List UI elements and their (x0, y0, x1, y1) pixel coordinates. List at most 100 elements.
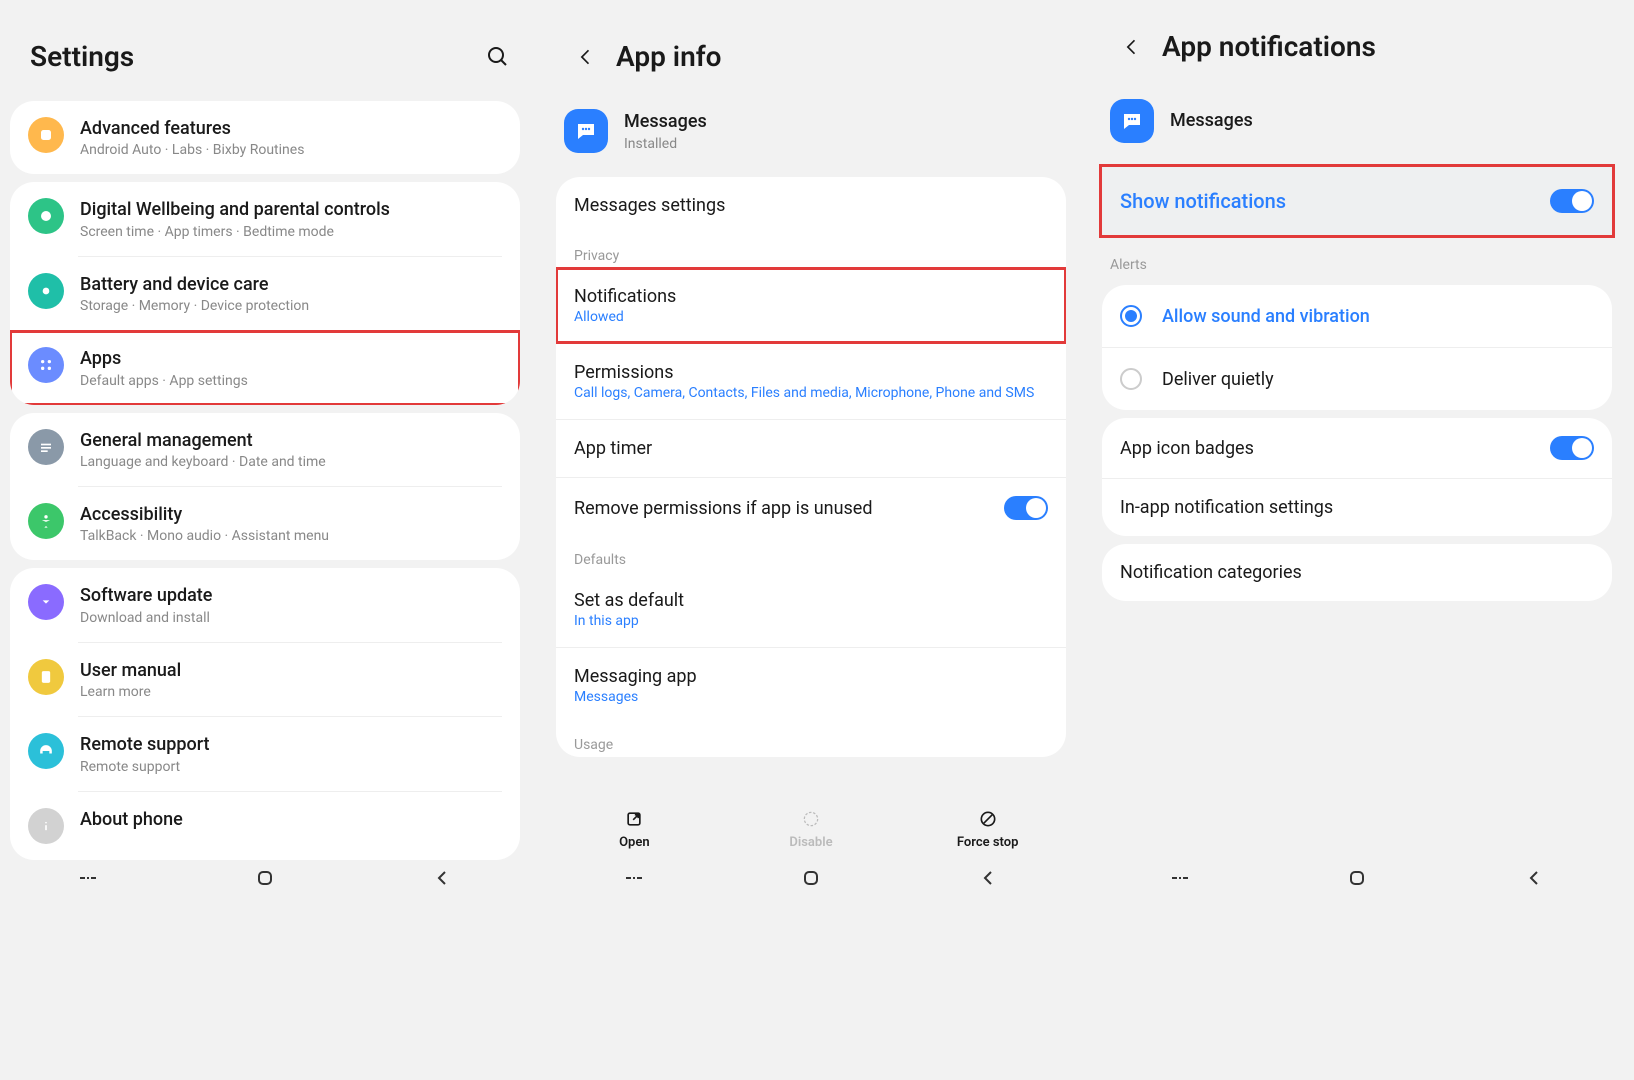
software-update-icon (28, 584, 64, 620)
item-sub: Default apps · App settings (80, 373, 502, 389)
show-notifications-toggle[interactable] (1550, 189, 1594, 213)
row-sub: In this app (574, 613, 1048, 629)
back-icon[interactable] (1122, 37, 1142, 57)
item-title: User manual (80, 659, 502, 682)
apps-icon (28, 347, 64, 383)
page-title: App info (616, 40, 722, 73)
item-title: General management (80, 429, 502, 452)
app-name: Messages (624, 110, 1058, 133)
item-title: Battery and device care (80, 273, 502, 296)
notification-categories-row[interactable]: Notification categories (1102, 544, 1612, 601)
settings-item-apps[interactable]: Apps Default apps · App settings (10, 331, 520, 404)
wellbeing-icon (28, 198, 64, 234)
advanced-features-icon (28, 117, 64, 153)
general-management-icon (28, 429, 64, 465)
row-title: Remove permissions if app is unused (574, 498, 1004, 519)
item-title: About phone (80, 808, 502, 831)
radio-selected-icon[interactable] (1120, 305, 1142, 327)
privacy-section-label: Privacy (556, 234, 1066, 268)
remove-permissions-toggle[interactable] (1004, 496, 1048, 520)
settings-item-remote-support[interactable]: Remote support Remote support (10, 717, 520, 790)
messages-settings-row[interactable]: Messages settings (556, 177, 1066, 234)
system-navbar (0, 856, 530, 900)
settings-item-general-management[interactable]: General management Language and keyboard… (10, 413, 520, 486)
page-title: App notifications (1162, 30, 1376, 63)
inapp-notification-settings-row[interactable]: In-app notification settings (1102, 478, 1612, 536)
app-icon-badges-toggle[interactable] (1550, 436, 1594, 460)
app-header: Messages Installed (546, 93, 1076, 169)
item-sub: Screen time · App timers · Bedtime mode (80, 224, 502, 240)
row-title: In-app notification settings (1120, 497, 1594, 518)
messaging-app-row[interactable]: Messaging app Messages (556, 647, 1066, 723)
settings-screen: Settings Advanced features Android Auto … (0, 0, 530, 900)
item-sub: Download and install (80, 610, 502, 626)
row-title: App icon badges (1120, 438, 1550, 459)
settings-group-4: Software update Download and install Use… (10, 568, 520, 859)
item-sub: Language and keyboard · Date and time (80, 454, 502, 470)
row-title: Notifications (574, 286, 1048, 307)
recents-button[interactable] (622, 866, 646, 890)
search-icon[interactable] (486, 45, 510, 69)
header: App notifications (1092, 0, 1622, 83)
force-stop-button[interactable]: Force stop (899, 809, 1076, 850)
app-icon-badges-row[interactable]: App icon badges (1102, 418, 1612, 478)
home-button[interactable] (1345, 866, 1369, 890)
settings-group-3: General management Language and keyboard… (10, 413, 520, 561)
back-button[interactable] (1522, 866, 1546, 890)
open-button[interactable]: Open (546, 809, 723, 850)
app-timer-row[interactable]: App timer (556, 419, 1066, 477)
item-sub: Learn more (80, 684, 502, 700)
radio-unselected-icon[interactable] (1120, 368, 1142, 390)
messages-app-icon (564, 109, 608, 153)
system-navbar (1092, 856, 1622, 900)
radio-label: Allow sound and vibration (1162, 306, 1370, 327)
settings-group-2: Digital Wellbeing and parental controls … (10, 182, 520, 404)
recents-button[interactable] (76, 866, 100, 890)
about-phone-icon (28, 808, 64, 844)
back-button[interactable] (430, 866, 454, 890)
settings-item-user-manual[interactable]: User manual Learn more (10, 643, 520, 716)
recents-button[interactable] (1168, 866, 1192, 890)
user-manual-icon (28, 659, 64, 695)
allow-sound-vibration-row[interactable]: Allow sound and vibration (1102, 285, 1612, 347)
settings-group-1: Advanced features Android Auto · Labs · … (10, 101, 520, 174)
show-notifications-row[interactable]: Show notifications (1102, 167, 1612, 235)
settings-item-software-update[interactable]: Software update Download and install (10, 568, 520, 641)
notifications-row[interactable]: Notifications Allowed (556, 268, 1066, 343)
settings-item-advanced-features[interactable]: Advanced features Android Auto · Labs · … (10, 101, 520, 174)
deliver-quietly-row[interactable]: Deliver quietly (1102, 347, 1612, 410)
remove-permissions-row[interactable]: Remove permissions if app is unused (556, 477, 1066, 538)
usage-section-label: Usage (556, 723, 1066, 757)
back-icon[interactable] (576, 47, 596, 67)
home-button[interactable] (253, 866, 277, 890)
item-title: Advanced features (80, 117, 502, 140)
back-button[interactable] (976, 866, 1000, 890)
item-title: Apps (80, 347, 502, 370)
system-navbar (546, 856, 1076, 900)
action-label: Disable (789, 835, 832, 850)
alerts-group: Allow sound and vibration Deliver quietl… (1102, 285, 1612, 410)
battery-icon (28, 273, 64, 309)
defaults-section-label: Defaults (556, 538, 1066, 572)
action-label: Force stop (957, 835, 1019, 850)
row-sub: Messages (574, 689, 1048, 705)
row-title: Messages settings (574, 195, 1048, 216)
app-settings-group: Messages settings Privacy Notifications … (556, 177, 1066, 757)
row-title: Permissions (574, 362, 1048, 383)
set-default-row[interactable]: Set as default In this app (556, 572, 1066, 647)
settings-item-battery[interactable]: Battery and device care Storage · Memory… (10, 257, 520, 330)
action-label: Open (619, 835, 650, 850)
row-title: App timer (574, 438, 1048, 459)
settings-item-digital-wellbeing[interactable]: Digital Wellbeing and parental controls … (10, 182, 520, 255)
home-button[interactable] (799, 866, 823, 890)
row-sub: Allowed (574, 309, 1048, 325)
header: Settings (0, 0, 530, 93)
app-status: Installed (624, 136, 1058, 152)
permissions-row[interactable]: Permissions Call logs, Camera, Contacts,… (556, 343, 1066, 419)
accessibility-icon (28, 503, 64, 539)
app-info-screen: App info Messages Installed Messages set… (546, 0, 1076, 900)
settings-item-about-phone[interactable]: About phone (10, 792, 520, 860)
settings-item-accessibility[interactable]: Accessibility TalkBack · Mono audio · As… (10, 487, 520, 560)
header: App info (546, 0, 1076, 93)
item-sub: TalkBack · Mono audio · Assistant menu (80, 528, 502, 544)
